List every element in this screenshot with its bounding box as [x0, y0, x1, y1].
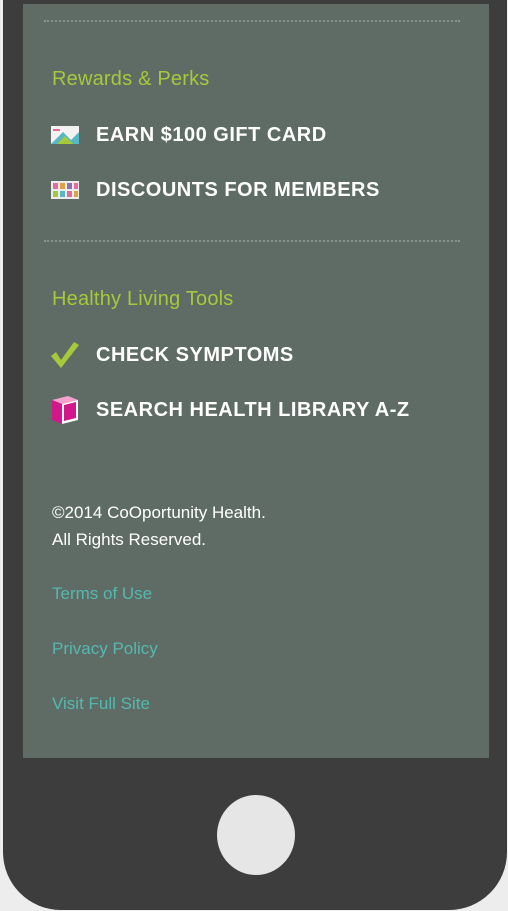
- menu-item-gift-card[interactable]: EARN $100 GIFT CARD: [50, 118, 327, 152]
- privacy-policy-link[interactable]: Privacy Policy: [52, 639, 158, 659]
- menu-item-label: EARN $100 GIFT CARD: [96, 123, 327, 146]
- home-button[interactable]: [217, 795, 295, 875]
- terms-of-use-link[interactable]: Terms of Use: [52, 584, 152, 604]
- menu-item-discounts[interactable]: DISCOUNTS FOR MEMBERS: [50, 173, 380, 207]
- copyright-text: ©2014 CoOportunity Health. All Rights Re…: [52, 499, 266, 553]
- menu-item-check-symptoms[interactable]: CHECK SYMPTOMS: [50, 338, 294, 372]
- book-icon: [50, 396, 80, 424]
- copyright-line: ©2014 CoOportunity Health.: [52, 503, 266, 522]
- menu-item-label: CHECK SYMPTOMS: [96, 343, 294, 366]
- divider: [44, 20, 460, 22]
- divider: [44, 240, 460, 242]
- section-title-tools: Healthy Living Tools: [52, 288, 234, 310]
- discount-cards-icon: [50, 176, 80, 204]
- visit-full-site-link[interactable]: Visit Full Site: [52, 694, 150, 714]
- menu-item-health-library[interactable]: SEARCH HEALTH LIBRARY A-Z: [50, 393, 410, 427]
- copyright-line: All Rights Reserved.: [52, 530, 207, 549]
- menu-item-label: DISCOUNTS FOR MEMBERS: [96, 178, 380, 201]
- menu-item-label: SEARCH HEALTH LIBRARY A-Z: [96, 398, 410, 421]
- checkmark-icon: [50, 341, 80, 369]
- gift-card-icon: [50, 121, 80, 149]
- section-title-rewards: Rewards & Perks: [52, 68, 210, 90]
